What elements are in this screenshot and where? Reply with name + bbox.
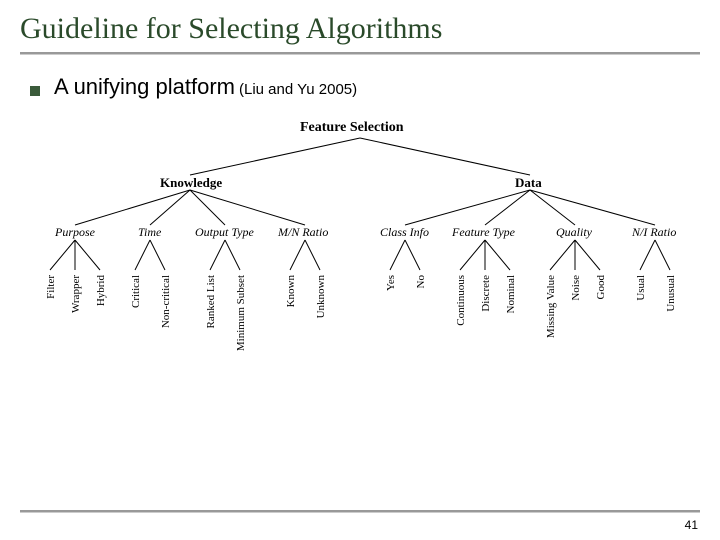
leaf-good: Good: [595, 275, 607, 299]
leaf-filter: Filter: [45, 275, 57, 299]
leaf-noise: Noise: [570, 275, 582, 301]
leaf-continuous: Continuous: [455, 275, 467, 326]
leaf-missing-value: Missing Value: [545, 275, 557, 338]
leaf-minimum-subset: Minimum Subset: [235, 275, 247, 351]
page-number: 41: [685, 518, 698, 532]
branch-data: Data: [515, 175, 542, 191]
tree-diagram: Feature Selection Knowledge Data Purpose…: [20, 120, 700, 410]
tree-root: Feature Selection: [300, 120, 404, 136]
cat-feature-type: Feature Type: [452, 225, 515, 240]
leaf-critical: Critical: [130, 275, 142, 308]
title-underline: [20, 52, 700, 54]
cat-quality: Quality: [556, 225, 592, 240]
tree-connectors: [20, 120, 700, 410]
leaf-wrapper: Wrapper: [70, 275, 82, 313]
leaf-no: No: [415, 275, 427, 288]
slide-title: Guideline for Selecting Algorithms: [20, 12, 700, 52]
branch-knowledge: Knowledge: [160, 175, 222, 191]
square-bullet-icon: [30, 86, 40, 96]
footer-underline: [20, 510, 700, 512]
bullet-row: A unifying platform (Liu and Yu 2005): [20, 74, 700, 100]
cat-class-info: Class Info: [380, 225, 429, 240]
leaf-ranked-list: Ranked List: [205, 275, 217, 328]
leaf-yes: Yes: [385, 275, 397, 291]
leaf-known: Known: [285, 275, 297, 307]
cat-mn-ratio: M/N Ratio: [278, 225, 328, 240]
leaf-non-critical: Non-critical: [160, 275, 172, 328]
leaf-nominal: Nominal: [505, 275, 517, 314]
cat-output-type: Output Type: [195, 225, 254, 240]
leaf-unknown: Unknown: [315, 275, 327, 318]
cat-time: Time: [138, 225, 161, 240]
cat-ni-ratio: N/I Ratio: [632, 225, 676, 240]
leaf-unusual: Unusual: [665, 275, 677, 312]
leaf-discrete: Discrete: [480, 275, 492, 312]
cat-purpose: Purpose: [55, 225, 95, 240]
leaf-usual: Usual: [635, 275, 647, 301]
bullet-citation: (Liu and Yu 2005): [239, 81, 357, 98]
leaf-hybrid: Hybrid: [95, 275, 107, 306]
bullet-text: A unifying platform: [54, 74, 235, 99]
